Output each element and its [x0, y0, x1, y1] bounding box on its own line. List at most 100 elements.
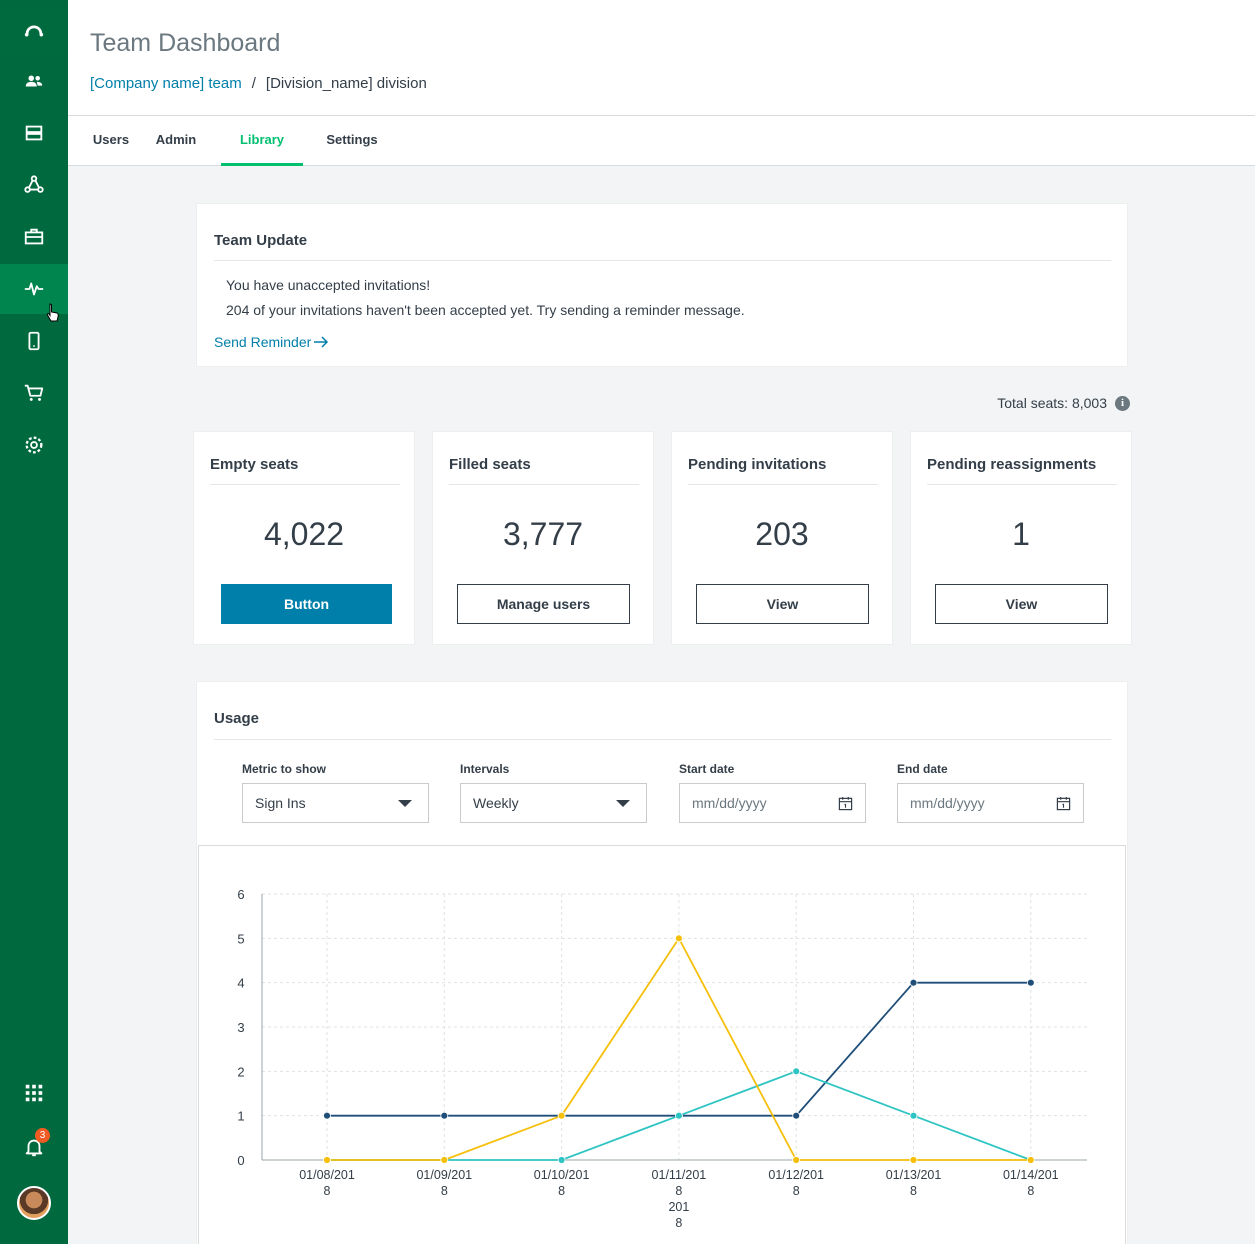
- stat-title: Empty seats: [210, 456, 299, 473]
- y-tick-label: 4: [237, 976, 244, 991]
- sidebar-item-users[interactable]: [0, 56, 68, 106]
- x-tick-label: 01/10/201: [534, 1168, 590, 1182]
- briefcase-icon: [24, 228, 44, 245]
- data-point: [792, 1111, 801, 1120]
- breadcrumb-separator: /: [251, 75, 256, 92]
- divider: [927, 484, 1117, 485]
- stat-value: 3,777: [502, 516, 584, 552]
- avatar: [17, 1186, 51, 1220]
- data-point: [909, 978, 918, 987]
- stat-card-filled-seats: Filled seats 3,777 Manage users: [432, 431, 654, 645]
- sidebar-item-network[interactable]: [0, 160, 68, 210]
- data-point: [1026, 1156, 1035, 1164]
- stat-title: Filled seats: [449, 456, 531, 473]
- users-icon: [25, 75, 43, 87]
- x-tick-label: 8: [441, 1184, 448, 1198]
- stat-card-empty-seats: Empty seats 4,022 Button: [193, 431, 415, 645]
- page-title: Team Dashboard: [90, 29, 281, 57]
- y-tick-label: 0: [237, 1153, 244, 1168]
- x-tick-label: 01/09/201: [416, 1168, 472, 1182]
- metric-value: Sign Ins: [255, 795, 306, 811]
- logo-icon: [24, 25, 44, 37]
- x-tick-label: 8: [910, 1184, 917, 1198]
- breadcrumb-current: [Division_name] division: [265, 75, 427, 92]
- divider: [214, 739, 1111, 740]
- stack-icon: [25, 125, 43, 141]
- sidebar-item-profile[interactable]: [0, 1178, 68, 1228]
- divider: [214, 260, 1111, 261]
- usage-title: Usage: [214, 710, 260, 727]
- y-tick-label: 2: [237, 1064, 244, 1079]
- calendar-icon[interactable]: [838, 796, 853, 811]
- intervals-select[interactable]: Weekly: [460, 783, 647, 823]
- data-point: [909, 1156, 918, 1164]
- stat-title: Pending reassignments: [927, 456, 1097, 473]
- data-point: [674, 1111, 683, 1120]
- view-invitations-button[interactable]: View: [696, 584, 869, 624]
- intervals-label: Intervals: [460, 762, 510, 776]
- empty-seats-button[interactable]: Button: [221, 584, 392, 624]
- sidebar-item-mobile[interactable]: [0, 316, 68, 366]
- usage-chart: 0 1 2 3 4 5 6 01/08/201 8 01/09/201 8 01/10/201 8 01/…: [198, 845, 1126, 1244]
- manage-users-button[interactable]: Manage users: [457, 584, 630, 624]
- data-point: [323, 1111, 331, 1120]
- caret-down-icon: [398, 800, 412, 807]
- arrow-right-icon: [314, 336, 329, 348]
- info-icon[interactable]: i: [1115, 395, 1130, 411]
- y-tick-label: 3: [237, 1020, 244, 1035]
- tab-admin[interactable]: Admin: [152, 116, 200, 166]
- surveymonkey-logo-icon[interactable]: [0, 8, 68, 54]
- usage-card: Usage Metric to show Sign Ins Intervals …: [196, 681, 1128, 1244]
- x-tick-label: 01/08/201: [299, 1168, 355, 1182]
- mobile-icon: [28, 331, 40, 351]
- calendar-icon[interactable]: [1056, 796, 1071, 811]
- stat-card-pending-reassignments: Pending reassignments 1 View: [910, 431, 1132, 645]
- data-point: [557, 1111, 566, 1120]
- data-point: [440, 1156, 449, 1164]
- tab-settings[interactable]: Settings: [322, 116, 382, 166]
- start-date-input[interactable]: mm/dd/yyyy: [679, 783, 866, 823]
- stat-title: Pending invitations: [688, 456, 827, 473]
- x-tick-label: 8: [675, 1184, 682, 1198]
- pointer-cursor-icon: [46, 303, 59, 322]
- intervals-value: Weekly: [473, 795, 519, 811]
- sidebar-item-notifications[interactable]: 3: [0, 1122, 68, 1172]
- sidebar-item-settings[interactable]: [0, 420, 68, 470]
- cart-icon: [24, 384, 44, 401]
- x-tick-label: 201: [668, 1200, 689, 1214]
- team-update-headline: You have unaccepted invitations!: [226, 277, 431, 293]
- x-tick-label: 8: [675, 1216, 682, 1230]
- gear-icon: [25, 436, 43, 454]
- x-tick-label: 8: [558, 1184, 565, 1198]
- tab-library[interactable]: Library: [221, 116, 303, 166]
- y-tick-label: 5: [237, 931, 244, 946]
- y-tick-label: 6: [237, 887, 244, 902]
- send-reminder-link[interactable]: Send Reminder: [214, 334, 329, 350]
- data-point: [674, 934, 683, 943]
- network-icon: [24, 175, 44, 193]
- stat-card-pending-invitations: Pending invitations 203 View: [671, 431, 893, 645]
- sidebar-item-briefcase[interactable]: [0, 212, 68, 262]
- view-reassignments-button[interactable]: View: [935, 584, 1108, 624]
- end-date-placeholder: mm/dd/yyyy: [910, 795, 985, 811]
- end-date-label: End date: [897, 762, 948, 776]
- tab-users[interactable]: Users: [88, 116, 134, 166]
- sidebar-item-apps[interactable]: [0, 1068, 68, 1118]
- start-date-placeholder: mm/dd/yyyy: [692, 795, 767, 811]
- sidebar: 3: [0, 0, 68, 1244]
- x-tick-label: 8: [793, 1184, 800, 1198]
- sidebar-item-surveys[interactable]: [0, 108, 68, 158]
- series-line: [327, 936, 1031, 1161]
- caret-down-icon: [616, 800, 630, 807]
- stat-value: 1: [1012, 516, 1030, 552]
- divider: [449, 484, 639, 485]
- page-header: Team Dashboard [Company name] team / [Divi…: [68, 0, 1255, 116]
- breadcrumb: [Company name] team / [Division_name] divi…: [90, 75, 427, 92]
- stat-value: 203: [755, 516, 809, 552]
- end-date-input[interactable]: mm/dd/yyyy: [897, 783, 1084, 823]
- sidebar-item-cart[interactable]: [0, 368, 68, 418]
- breadcrumb-team-link[interactable]: [Company name] team: [90, 75, 242, 92]
- metric-select[interactable]: Sign Ins: [242, 783, 429, 823]
- x-tick-label: 01/11/201: [652, 1168, 707, 1182]
- metric-label: Metric to show: [242, 762, 327, 776]
